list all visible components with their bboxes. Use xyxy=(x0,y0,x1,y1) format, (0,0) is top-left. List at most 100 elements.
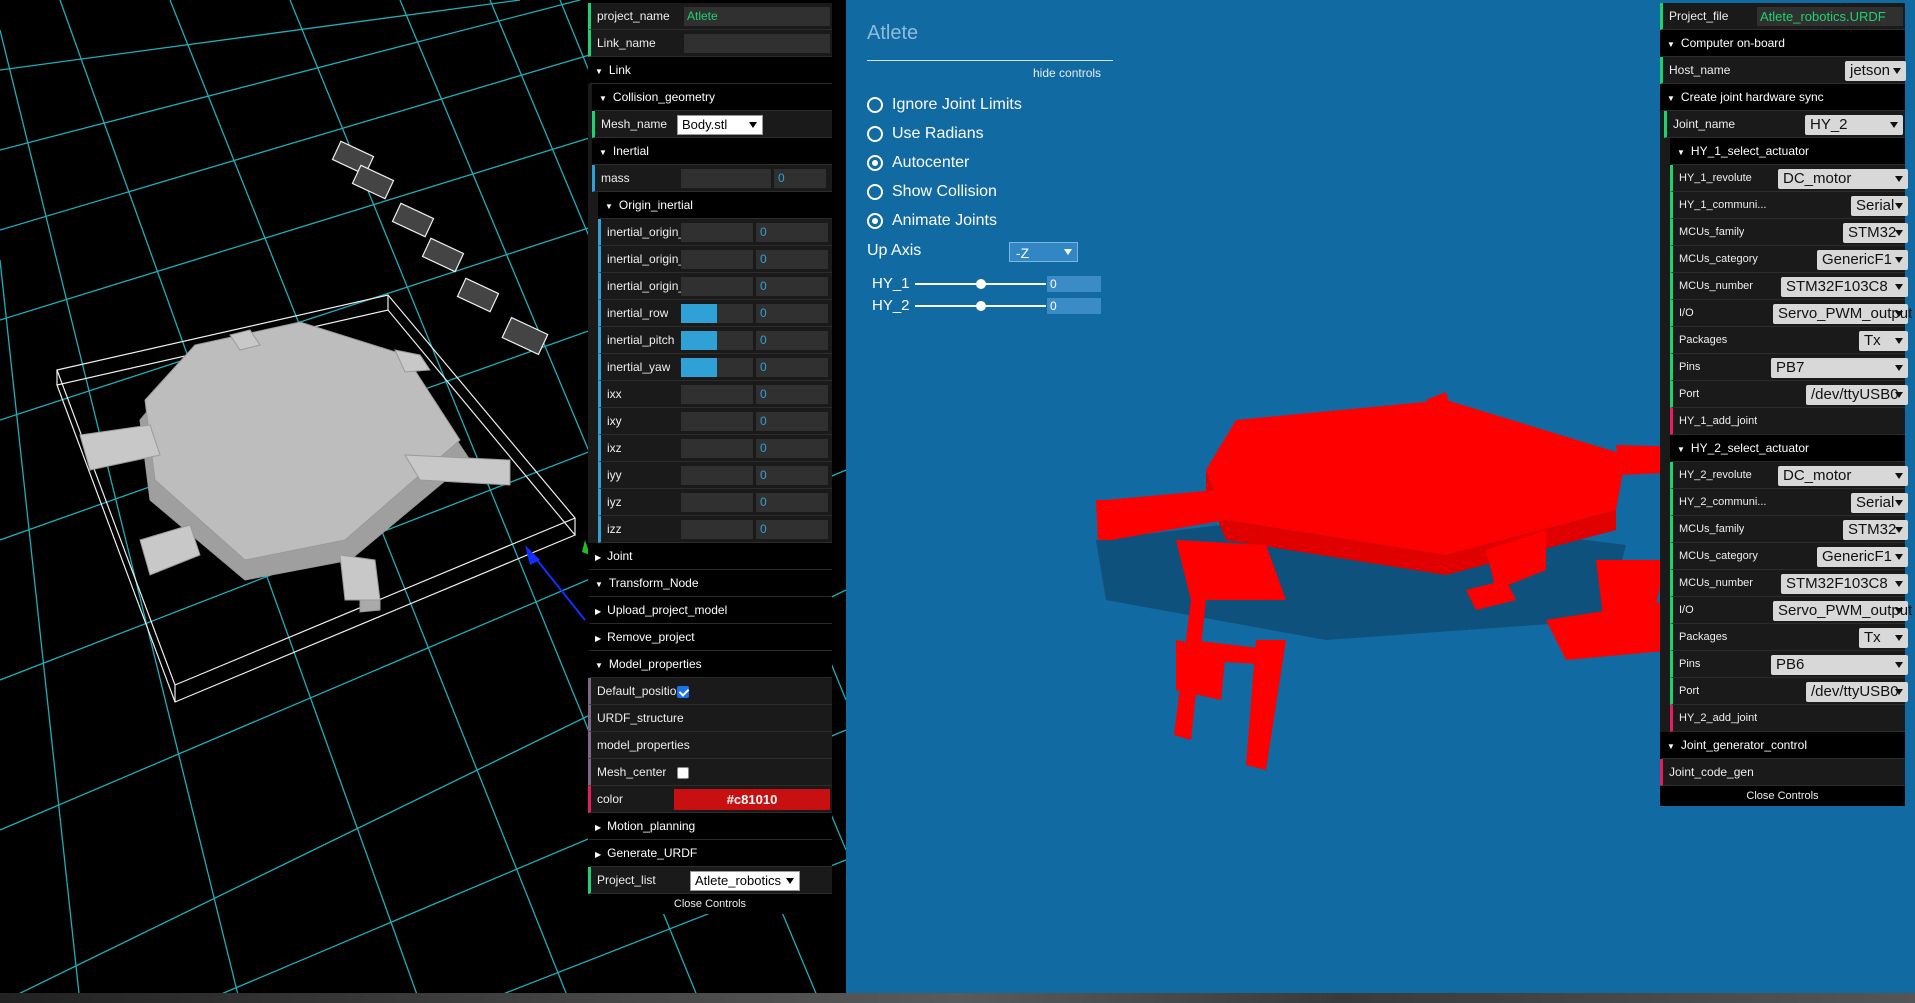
category-select[interactable]: GenericF1 xyxy=(1817,547,1908,567)
number-select[interactable]: STM32F103C8 xyxy=(1781,277,1908,297)
folder-motion-planning[interactable]: ▶ Motion_planning xyxy=(588,813,832,840)
revolute-select[interactable]: DC_motor xyxy=(1778,466,1908,486)
param-value[interactable]: 0 xyxy=(756,277,828,296)
param-slider[interactable] xyxy=(681,331,753,350)
mass-label: mass xyxy=(601,171,630,185)
folder-inertial[interactable]: ▼ Inertial xyxy=(592,138,832,165)
joint-hy1-knob[interactable] xyxy=(976,279,986,289)
folder-model-properties[interactable]: ▼ Model_properties xyxy=(588,651,832,678)
param-value[interactable]: 0 xyxy=(756,331,828,350)
close-controls-button[interactable]: Close Controls xyxy=(588,894,832,914)
project-file-row: Project_file Atlete_robotics.URDF xyxy=(1660,3,1905,30)
param-value[interactable]: 0 xyxy=(756,250,828,269)
revolute-select[interactable]: DC_motor xyxy=(1778,169,1908,189)
option-ignore-joint-limits[interactable]: Ignore Joint Limits xyxy=(867,96,1022,114)
param-slider[interactable] xyxy=(681,439,753,458)
param-value[interactable]: 0 xyxy=(756,304,828,323)
param-value[interactable]: 0 xyxy=(756,223,828,242)
packages-select[interactable]: Tx xyxy=(1859,628,1908,648)
pins-select[interactable]: PB6 xyxy=(1771,655,1908,675)
model-properties-button[interactable]: model_properties xyxy=(588,732,832,759)
project-list-select[interactable]: Atlete_robotics xyxy=(690,871,800,891)
option-label: Use Radians xyxy=(892,125,984,142)
option-animate-joints[interactable]: Animate Joints xyxy=(867,212,997,230)
option-show-collision[interactable]: Show Collision xyxy=(867,183,997,201)
param-value[interactable]: 0 xyxy=(756,385,828,404)
io-select[interactable]: Servo_PWM_output xyxy=(1773,304,1912,324)
hide-controls-link[interactable]: hide controls xyxy=(1033,66,1101,80)
joint-hy1-value[interactable]: 0 xyxy=(1047,276,1101,292)
joint-hy2-knob[interactable] xyxy=(976,301,986,311)
param-slider[interactable] xyxy=(681,520,753,539)
param-value[interactable]: 0 xyxy=(756,412,828,431)
mesh-name-label: Mesh_name xyxy=(601,117,668,131)
folder-joint-generator-control[interactable]: ▼ Joint_generator_control xyxy=(1660,732,1905,759)
caret-down-icon: ▼ xyxy=(595,661,603,670)
param-slider[interactable] xyxy=(681,250,753,269)
hardware-controls-panel: Project_file Atlete_robotics.URDF ▼ Compu… xyxy=(1660,3,1912,806)
folder-generate-urdf[interactable]: ▶ Generate_URDF xyxy=(588,840,832,867)
param-slider[interactable] xyxy=(681,385,753,404)
param-slider[interactable] xyxy=(681,412,753,431)
folder-create-joint-sync[interactable]: ▼ Create joint hardware sync xyxy=(1660,84,1905,111)
family-select[interactable]: STM32 xyxy=(1843,223,1908,243)
up-axis-select[interactable]: -Z xyxy=(1009,242,1078,262)
joint-name-select[interactable]: HY_2 xyxy=(1805,115,1903,135)
param-slider[interactable] xyxy=(681,358,753,377)
param-slider[interactable] xyxy=(681,493,753,512)
communi-select[interactable]: Serial xyxy=(1851,493,1908,513)
host-name-select[interactable]: jetson xyxy=(1845,61,1906,81)
project-file-input[interactable]: Atlete_robotics.URDF xyxy=(1757,7,1903,26)
folder-collision-geometry[interactable]: ▼ Collision_geometry xyxy=(592,84,832,111)
io-select[interactable]: Servo_PWM_output xyxy=(1773,601,1912,621)
mass-value[interactable]: 0 xyxy=(774,169,826,188)
folder-hy1-select-actuator[interactable]: ▼ HY_1_select_actuator xyxy=(1670,138,1905,165)
joint-hy2-value[interactable]: 0 xyxy=(1047,298,1101,314)
communi-select[interactable]: Serial xyxy=(1851,196,1908,216)
packages-select[interactable]: Tx xyxy=(1859,331,1908,351)
project-name-input[interactable]: Atlete xyxy=(684,7,830,26)
hy1-add-joint-button[interactable]: HY_1_add_joint xyxy=(1670,408,1905,435)
urdf-structure-button[interactable]: URDF_structure xyxy=(588,705,832,732)
pins-select[interactable]: PB7 xyxy=(1771,358,1908,378)
folder-link[interactable]: ▼ Link xyxy=(588,57,832,84)
color-picker[interactable]: #c81010 xyxy=(674,789,830,810)
number-select[interactable]: STM32F103C8 xyxy=(1781,574,1908,594)
param-value[interactable]: 0 xyxy=(756,466,828,485)
folder-hy2-select-actuator[interactable]: ▼ HY_2_select_actuator xyxy=(1670,435,1905,462)
inertial-row-ixx: ixx 0 xyxy=(598,381,832,408)
folder-origin-inertial[interactable]: ▼ Origin_inertial xyxy=(598,192,832,219)
mesh-name-select[interactable]: Body.stl xyxy=(677,115,763,135)
folder-remove-project[interactable]: ▶ Remove_project xyxy=(588,624,832,651)
mesh-center-checkbox[interactable] xyxy=(677,767,689,779)
folder-upload-project-model[interactable]: ▶ Upload_project_model xyxy=(588,597,832,624)
family-select[interactable]: STM32 xyxy=(1843,520,1908,540)
hy2-add-joint-button[interactable]: HY_2_add_joint xyxy=(1670,705,1905,732)
joint-code-gen-button[interactable]: Joint_code_gen xyxy=(1660,759,1905,786)
caret-right-icon: ▶ xyxy=(595,823,602,832)
default-position-checkbox[interactable] xyxy=(677,686,689,698)
param-slider[interactable] xyxy=(681,223,753,242)
hy1-revolute-row: HY_1_revolute DC_motor xyxy=(1670,165,1908,192)
param-slider[interactable] xyxy=(681,466,753,485)
category-select[interactable]: GenericF1 xyxy=(1817,250,1908,270)
param-value[interactable]: 0 xyxy=(756,493,828,512)
hy2-packages-row: Packages Tx xyxy=(1670,624,1908,651)
close-controls-button[interactable]: Close Controls xyxy=(1660,786,1905,806)
param-value[interactable]: 0 xyxy=(756,439,828,458)
link-name-input[interactable] xyxy=(684,34,830,53)
folder-computer-onboard[interactable]: ▼ Computer on-board xyxy=(1660,30,1905,57)
option-use-radians[interactable]: Use Radians xyxy=(867,125,984,143)
folder-transform-node[interactable]: ▼ Transform_Node xyxy=(588,570,832,597)
param-value[interactable]: 0 xyxy=(756,520,828,539)
param-slider[interactable] xyxy=(681,277,753,296)
mass-slider[interactable] xyxy=(681,169,771,188)
param-slider[interactable] xyxy=(681,304,753,323)
option-autocenter[interactable]: Autocenter xyxy=(867,154,969,172)
folder-joint[interactable]: ▶ Joint xyxy=(588,543,832,570)
port-select[interactable]: /dev/ttyUSB0 xyxy=(1806,385,1908,405)
io-label: I/O xyxy=(1679,604,1694,616)
param-value[interactable]: 0 xyxy=(756,358,828,377)
port-select[interactable]: /dev/ttyUSB0 xyxy=(1806,682,1908,702)
radio-icon xyxy=(867,126,883,142)
